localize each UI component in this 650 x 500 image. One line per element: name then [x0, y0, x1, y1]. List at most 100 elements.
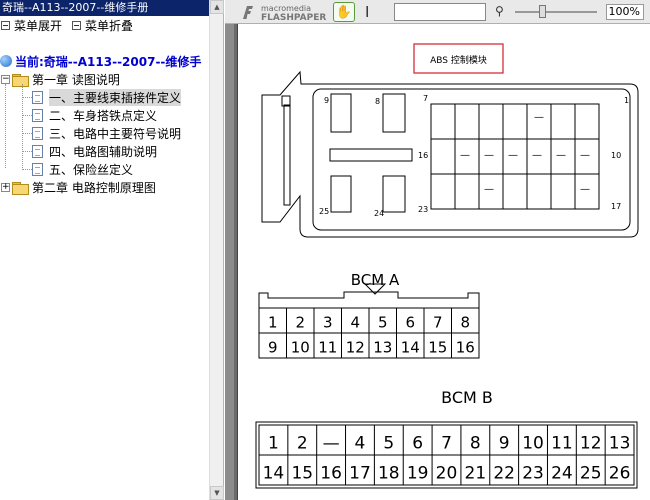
chapter-1-label: 第一章 读图说明 [32, 72, 120, 87]
pin-label: 18 [378, 463, 400, 483]
window-title: 奇瑞--A113--2007--维修手册 [0, 0, 223, 16]
pin-label: 10 [291, 339, 310, 357]
search-icon[interactable]: ⚲ [495, 4, 504, 18]
pin-label: 1 [268, 433, 279, 453]
bcm-b-pin-labels: 1 2—4 5 6 7 8 9 10 11 12 1314 15 16 17 18 19 20 21 22 23 24 2… [263, 433, 631, 483]
collapse-menu-label: 菜单折叠 [85, 18, 134, 33]
document-icon [32, 162, 43, 176]
folder-icon [12, 73, 29, 87]
bcm-b-title: BCM B [441, 388, 493, 407]
pin-label: 12 [346, 339, 365, 357]
current-doc-node[interactable]: 当前:奇瑞--A113--2007--维修手 [0, 52, 209, 70]
tree-item-4-label: 四、电路图辅助说明 [49, 144, 158, 159]
text-select-icon[interactable]: I [365, 3, 369, 21]
pin-label: 14 [401, 339, 420, 357]
svg-text:—: — [460, 150, 470, 161]
globe-icon [0, 55, 12, 67]
zoom-level[interactable]: 100% [606, 4, 644, 20]
pin-label: 14 [263, 463, 285, 483]
left-panel: 奇瑞--A113--2007--维修手册 菜单展开 菜单折叠 当前:奇瑞--A1… [0, 0, 224, 500]
pin-label: 13 [609, 433, 631, 453]
svg-text:7: 7 [423, 94, 428, 103]
bcm-a-title: BCM A [351, 271, 400, 289]
pin-label: — [323, 433, 340, 453]
tree-item-2-label: 二、车身搭铁点定义 [49, 108, 158, 123]
svg-text:—: — [508, 150, 518, 161]
svg-text:9: 9 [324, 96, 329, 105]
collapse-box-icon [1, 20, 10, 30]
brand-bottom-text: FLASHPAPER [261, 13, 326, 21]
tree-item-1[interactable]: 一、主要线束插接件定义 [0, 88, 209, 106]
expand-toggle-icon[interactable]: + [1, 182, 10, 192]
pin-label: 25 [580, 463, 602, 483]
pin-label: 15 [291, 463, 313, 483]
zoom-slider-track[interactable] [515, 11, 597, 13]
tree-item-4[interactable]: 四、电路图辅助说明 [0, 142, 209, 160]
collapse-toggle-icon[interactable]: − [1, 74, 10, 84]
document-icon [32, 108, 43, 122]
pin-label: 5 [383, 433, 394, 453]
pin-label: 23 [522, 463, 544, 483]
svg-text:—: — [580, 184, 590, 195]
svg-text:8: 8 [375, 97, 380, 106]
svg-text:1: 1 [624, 96, 629, 105]
tree-item-5-label: 五、保险丝定义 [49, 162, 134, 177]
search-input[interactable] [394, 3, 486, 21]
svg-text:25: 25 [319, 207, 329, 216]
pin-label: 21 [465, 463, 487, 483]
pin-label: 26 [609, 463, 631, 483]
bcm-a-pin-labels: 1 2 3 4 5 6 7 89 10 11 12 13 14 15 16 [268, 314, 475, 357]
tree-item-3-label: 三、电路中主要符号说明 [49, 126, 182, 141]
collapse-menu-button[interactable]: 菜单折叠 [72, 17, 133, 34]
toc-tree: 当前:奇瑞--A113--2007--维修手 − 第一章 读图说明 一、主要线束… [0, 52, 209, 196]
pin-label: 24 [551, 463, 573, 483]
pin-label: 17 [349, 463, 371, 483]
scroll-down-arrow-icon[interactable]: ▼ [210, 486, 224, 500]
collapse-box-icon [72, 20, 82, 30]
pin-label: 2 [297, 433, 308, 453]
svg-text:—: — [534, 112, 544, 123]
svg-text:—: — [556, 150, 566, 161]
connector-diagram: ABS 控制模块 9 8 7 1 16 10 25 24 23 17 — — —… [255, 43, 639, 489]
tree-scrollbar[interactable]: ▲ ▼ [209, 0, 224, 500]
pin-label: 4 [350, 314, 360, 332]
tree-chapter-1[interactable]: − 第一章 读图说明 [0, 70, 209, 88]
pin-label: 9 [268, 339, 278, 357]
hand-tool-icon[interactable]: ✋ [333, 2, 355, 22]
document-page: ABS 控制模块 9 8 7 1 16 10 25 24 23 17 — — —… [237, 24, 650, 500]
pin-label: 16 [456, 339, 475, 357]
scroll-up-arrow-icon[interactable]: ▲ [210, 0, 224, 14]
svg-text:10: 10 [611, 151, 621, 160]
pin-label: 15 [428, 339, 447, 357]
pin-label: 3 [323, 314, 333, 332]
pin-label: 13 [373, 339, 392, 357]
svg-text:—: — [484, 184, 494, 195]
brand-top-text: macromedia [261, 4, 311, 13]
pin-label: 8 [470, 433, 481, 453]
pin-label: 16 [320, 463, 342, 483]
folder-icon [12, 181, 29, 195]
svg-text:24: 24 [374, 209, 384, 218]
tree-chapter-2[interactable]: + 第二章 电路控制原理图 [0, 178, 209, 196]
pin-label: 11 [551, 433, 573, 453]
pin-label: 2 [295, 314, 305, 332]
document-icon [32, 144, 43, 158]
tree-item-5[interactable]: 五、保险丝定义 [0, 160, 209, 178]
viewer-toolbar: macromedia FLASHPAPER ✋ I ⚲ 100% [225, 0, 650, 24]
document-area[interactable]: ABS 控制模块 9 8 7 1 16 10 25 24 23 17 — — —… [225, 24, 650, 500]
pin-label: 5 [378, 314, 388, 332]
tree-item-2[interactable]: 二、车身搭铁点定义 [0, 106, 209, 124]
expand-menu-button[interactable]: 菜单展开 [1, 17, 62, 34]
pin-label: 7 [433, 314, 443, 332]
svg-text:—: — [580, 150, 590, 161]
pin-label: 12 [580, 433, 602, 453]
document-icon [32, 126, 43, 140]
current-doc-label: 当前:奇瑞--A113--2007--维修手 [15, 54, 202, 69]
svg-text:—: — [532, 150, 542, 161]
tree-item-3[interactable]: 三、电路中主要符号说明 [0, 124, 209, 142]
svg-text:23: 23 [418, 205, 428, 214]
pin-label: 6 [412, 433, 423, 453]
abs-label: ABS 控制模块 [430, 54, 487, 66]
pin-label: 9 [499, 433, 510, 453]
zoom-slider-thumb[interactable] [539, 5, 546, 18]
